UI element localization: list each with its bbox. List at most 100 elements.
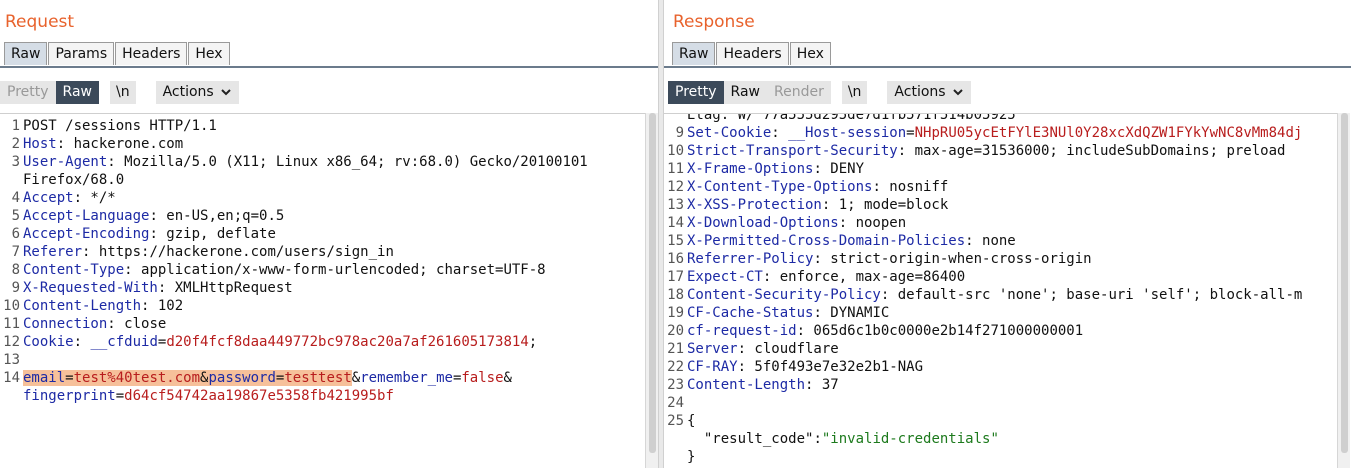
code-token: Cookie xyxy=(23,334,74,350)
line-number: 8 xyxy=(11,262,20,278)
code-line: 23 Content-Length: 37 xyxy=(664,376,1302,394)
code-token: Referer xyxy=(23,244,83,260)
request-editor[interactable]: 1 POST /sessions HTTP/1.1 2 Host: hackerone… xyxy=(0,113,645,469)
code-token: Firefox/68.0 xyxy=(23,172,125,188)
line-content: CF-Cache-Status: DYNAMIC xyxy=(687,304,889,322)
code-token: remember_me xyxy=(360,370,453,386)
raw-button[interactable]: Raw xyxy=(723,80,767,104)
response-scrollbar[interactable] xyxy=(1337,113,1350,468)
newline-toggle-button[interactable]: \n xyxy=(841,80,868,104)
code-token: POST /sessions HTTP/1.1 xyxy=(23,118,217,134)
line-number: 10 xyxy=(3,298,20,314)
response-tabbar: Raw Headers Hex xyxy=(672,42,832,66)
view-mode-toggle: Pretty Raw Render xyxy=(668,80,831,104)
code-line: 24 xyxy=(664,394,1302,412)
line-content: X-Content-Type-Options: nosniff xyxy=(687,178,948,196)
code-token: X-Permitted-Cross-Domain-Policies xyxy=(687,233,966,249)
line-number: 2 xyxy=(11,136,20,152)
scroll-thumb[interactable] xyxy=(1341,113,1348,453)
response-editor[interactable]: Etag: W/"77a555d295de7d1fb571f514b05925 9… xyxy=(664,113,1337,469)
code-token: : 5f0f493e7e32e2b1-NAG xyxy=(737,359,924,375)
tab-params[interactable]: Params xyxy=(48,42,115,65)
line-content: { xyxy=(687,412,695,430)
code-line: 21 Server: cloudflare xyxy=(664,340,1302,358)
request-pane: Request Raw Params Headers Hex Pretty Ra… xyxy=(0,0,658,468)
line-number: 12 xyxy=(3,334,20,350)
code-token: : DENY xyxy=(813,161,865,177)
code-token: Host xyxy=(23,136,57,152)
code-line: 19 CF-Cache-Status: DYNAMIC xyxy=(664,304,1302,322)
code-token: ; xyxy=(528,334,538,350)
code-token: : cloudflare xyxy=(737,341,839,357)
line-number: 25 xyxy=(667,413,684,429)
code-token: } xyxy=(687,449,696,465)
request-title: Request xyxy=(5,12,75,32)
code-line: fingerprint=d64cf54742aa19867e5358fb4219… xyxy=(0,387,588,405)
tab-hex[interactable]: Hex xyxy=(188,42,230,65)
tab-headers[interactable]: Headers xyxy=(115,42,188,65)
scroll-thumb[interactable] xyxy=(649,113,656,453)
line-content: cf-request-id: 065d6c1b0c0000e2b14f27100… xyxy=(687,322,1083,340)
line-number: 17 xyxy=(667,269,684,285)
code-line: 17 Expect-CT: enforce, max-age=86400 xyxy=(664,268,1302,286)
code-line: 7 Referer: https://hackerone.com/users/si… xyxy=(0,243,588,261)
tab-raw[interactable]: Raw xyxy=(672,42,716,65)
line-number: 11 xyxy=(3,316,20,332)
code-line: 12 X-Content-Type-Options: nosniff xyxy=(664,178,1302,196)
code-line: 13 xyxy=(0,351,588,369)
tab-hex[interactable]: Hex xyxy=(789,42,831,65)
view-mode-toggle: Pretty Raw xyxy=(0,80,99,104)
code-token: Content-Type xyxy=(23,262,125,278)
code-token: : 37 xyxy=(805,377,839,393)
code-line: 15 X-Permitted-Cross-Domain-Policies: non… xyxy=(664,232,1302,250)
request-scrollbar[interactable] xyxy=(645,113,658,468)
pretty-button[interactable]: Pretty xyxy=(0,80,56,104)
code-token: Content-Length xyxy=(23,298,142,314)
line-content: fingerprint=d64cf54742aa19867e5358fb4219… xyxy=(23,387,394,405)
code-token: : nosniff xyxy=(872,179,949,195)
line-content: Content-Length: 37 xyxy=(687,376,839,394)
line-content: Accept-Encoding: gzip, deflate xyxy=(23,225,276,243)
line-content: User-Agent: Mozilla/5.0 (X11; Linux x86_… xyxy=(23,153,588,171)
code-token: Accept xyxy=(23,190,74,206)
code-line: 25{ xyxy=(664,412,1302,430)
code-line: 11 Connection: close xyxy=(0,315,588,333)
newline-toggle-button[interactable]: \n xyxy=(109,80,136,104)
request-lines: 1 POST /sessions HTTP/1.1 2 Host: hackerone… xyxy=(0,117,588,405)
line-number xyxy=(664,430,687,448)
code-line: 9 Set-Cookie: __Host-session=NHpRU05ycEtF… xyxy=(664,124,1303,142)
chevron-down-icon xyxy=(952,89,963,96)
line-number: 1 xyxy=(11,118,20,134)
code-token: X-Content-Type-Options xyxy=(687,179,873,195)
code-token: Expect-CT xyxy=(687,269,763,285)
line-number: 10 xyxy=(667,143,684,159)
code-line: 13 X-XSS-Protection: 1; mode=block xyxy=(664,196,1302,214)
code-token: : Mozilla/5.0 (X11; Linux x86_64; rv:68.… xyxy=(107,154,588,170)
code-token: User-Agent xyxy=(23,154,108,170)
code-token: X-Requested-With xyxy=(23,280,158,296)
line-number: 24 xyxy=(667,395,684,411)
code-line: 9 X-Requested-With: XMLHttpRequest xyxy=(0,279,588,297)
code-line: Etag: W/"77a555d295de7d1fb571f514b05925 xyxy=(664,114,1302,124)
line-number: 21 xyxy=(667,341,684,357)
render-button[interactable]: Render xyxy=(766,80,831,104)
code-token: : xyxy=(771,125,789,141)
line-number: 3 xyxy=(11,154,20,170)
actions-dropdown[interactable]: Actions xyxy=(155,80,239,104)
tab-raw[interactable]: Raw xyxy=(4,42,48,65)
code-token: : DYNAMIC xyxy=(813,305,890,321)
raw-button[interactable]: Raw xyxy=(55,80,99,104)
code-token: : strict-origin-when-cross-origin xyxy=(813,251,1092,267)
pretty-button[interactable]: Pretty xyxy=(668,80,724,104)
tab-headers[interactable]: Headers xyxy=(716,42,789,65)
actions-dropdown[interactable]: Actions xyxy=(887,80,971,104)
line-number: 13 xyxy=(3,352,20,368)
line-content: X-Frame-Options: DENY xyxy=(687,160,864,178)
code-line: 18 Content-Security-Policy: default-src '… xyxy=(664,286,1302,304)
code-line: 14 X-Download-Options: noopen xyxy=(664,214,1302,232)
code-token: Referrer-Policy xyxy=(687,251,814,267)
line-number: 6 xyxy=(11,226,20,242)
code-token: : max-age=31536000; includeSubDomains; p… xyxy=(897,143,1286,159)
line-number: 22 xyxy=(667,359,684,375)
code-token: & xyxy=(503,370,512,386)
